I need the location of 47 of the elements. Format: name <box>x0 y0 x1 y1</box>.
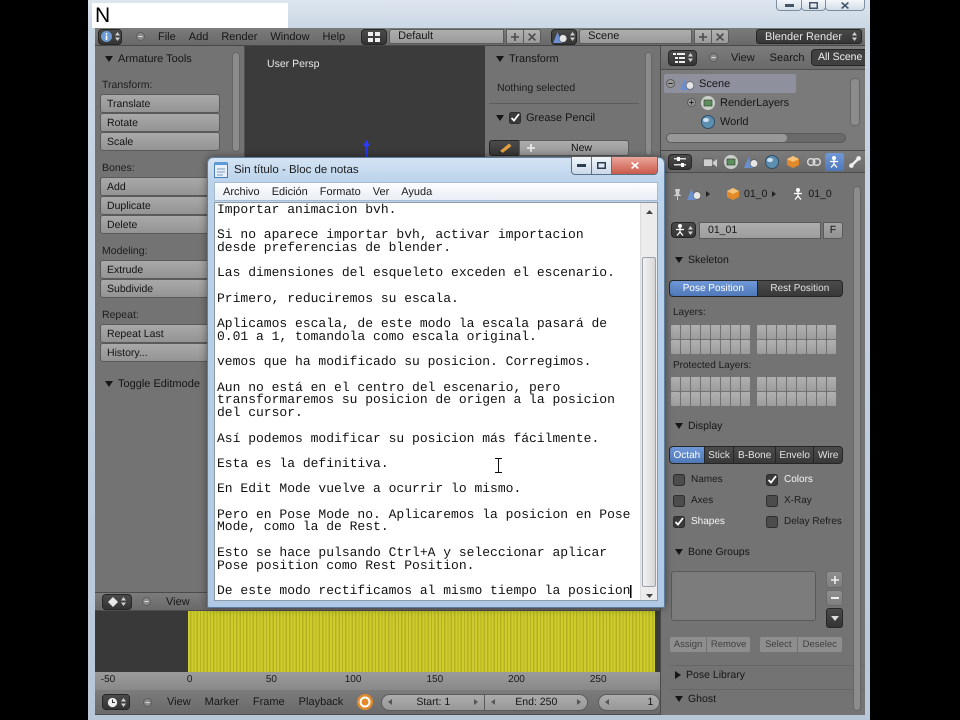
info-text: Nothing selected <box>496 81 576 96</box>
option-label: Colors <box>784 474 813 485</box>
view-label: User Persp <box>267 58 320 70</box>
text-paragraph: Primero, reduciremos su escala. <box>217 292 459 306</box>
overlay-letter: N <box>95 4 110 28</box>
frame-number: 0 <box>186 674 192 685</box>
text-paragraph: De este modo rectificamos al mismo tiempo la posicion <box>217 585 630 598</box>
group-label: Bones: <box>101 161 135 176</box>
text-paragraph: Aun no está en el centro del escenario, pero transformaremos su posicion de origen a la posicion del cursor. <box>217 382 615 420</box>
window-title: Sin título - Bloc de notas <box>234 163 359 178</box>
panel-title: Ghost <box>688 692 716 704</box>
frame-number: 50 <box>266 674 277 685</box>
panel-title: Display <box>688 420 722 432</box>
panel-title: Pose Library <box>686 668 745 680</box>
option-label: Delay Refres <box>784 516 842 527</box>
text-paragraph: En Edit Mode vuelve a ocurrir lo mismo. <box>217 483 522 496</box>
panel-title: Bone Groups <box>688 546 750 558</box>
text-paragraph: Importar animacion bvh. <box>217 204 396 217</box>
text-paragraph: Pero en Pose Mode no. Aplicaremos la posicion en Pose Mode, como la de Rest. <box>217 508 630 534</box>
frame-number: 250 <box>590 674 607 685</box>
frame-number: 100 <box>344 674 362 685</box>
text-paragraph: Aplicamos escala, de este modo la escala pasará de 0.01 a 1, tomandola como escala original. <box>217 318 608 344</box>
option-label: X-Ray <box>784 495 812 506</box>
option-label: Axes <box>691 495 714 506</box>
option-label: Names <box>691 474 723 485</box>
text-paragraph: Esto se hace pulsando Ctrl+A y seleccionar aplicar Pose position como Rest Position. <box>217 546 608 572</box>
text-paragraph: Si no aparece importar bvh, activar importacion desde preferencias de blender. <box>217 229 584 255</box>
option-label: Shapes <box>691 516 725 527</box>
field-label: Layers: <box>672 306 706 320</box>
panel-title: Toggle Editmode <box>118 378 200 390</box>
group-label: Modeling: <box>101 244 148 259</box>
group-label: Transform: <box>101 78 152 93</box>
field-label: Protected Layers: <box>672 359 752 373</box>
breadcrumb-label: 01_0 <box>744 188 768 200</box>
frame-number: 150 <box>426 674 444 685</box>
frame-number: -50 <box>100 674 116 685</box>
text-paragraph: Esta es la definitiva. <box>217 458 389 471</box>
panel-title: Grease Pencil <box>526 112 596 124</box>
panel-title: Armature Tools <box>118 53 192 65</box>
breadcrumb-label: 01_0 <box>808 188 832 200</box>
text-paragraph: vemos que ha modificado su posicion. Corregimos. <box>217 356 592 370</box>
panel-title: Transform <box>509 53 559 65</box>
frame-number: 200 <box>508 674 525 685</box>
text-paragraph: Así podemos modificar su posicion más fácilmente. <box>217 432 600 446</box>
panel-title: Skeleton <box>688 254 729 266</box>
group-label: Repeat: <box>101 308 139 323</box>
text-paragraph: Las dimensiones del esqueleto exceden el escenario. <box>217 267 615 280</box>
